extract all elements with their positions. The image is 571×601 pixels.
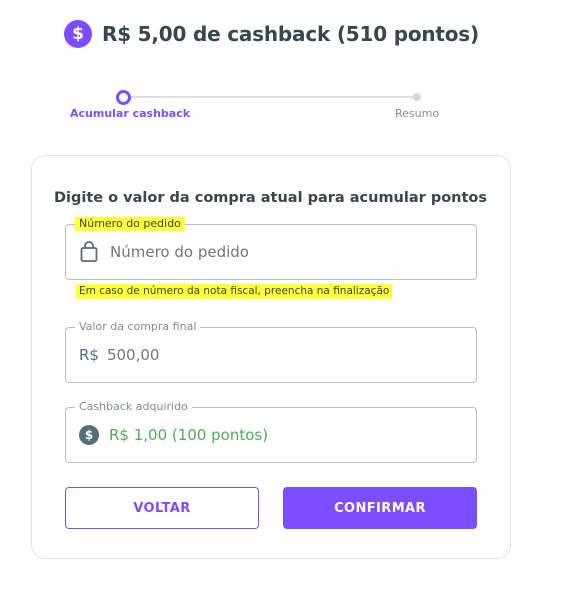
page-header: $ R$ 5,00 de cashback (510 pontos) <box>64 20 479 48</box>
step-indicator-active <box>116 90 131 105</box>
step-indicator-inactive <box>413 93 421 101</box>
back-button[interactable]: VOLTAR <box>65 487 259 529</box>
order-number-input[interactable] <box>110 243 440 261</box>
form-heading: Digite o valor da compra atual para acum… <box>53 190 488 206</box>
cashback-acquired-value: R$ 1,00 (100 pontos) <box>109 426 269 444</box>
stepper-track <box>124 96 417 98</box>
step-label-summary: Resumo <box>395 107 440 120</box>
page-title: R$ 5,00 de cashback (510 pontos) <box>102 22 479 46</box>
cashback-acquired-field: Cashback adquirido $ R$ 1,00 (100 pontos… <box>65 400 477 463</box>
order-number-field[interactable]: Número do pedido <box>65 217 477 280</box>
purchase-value-field[interactable]: Valor da compra final R$ <box>65 320 477 383</box>
order-number-helper-text: Em caso de número da nota fiscal, preenc… <box>76 284 393 299</box>
step-label-accumulate: Acumular cashback <box>70 107 191 120</box>
progress-stepper: Acumular cashback Resumo <box>0 90 571 130</box>
confirm-button[interactable]: CONFIRMAR <box>283 487 477 529</box>
purchase-value-input[interactable] <box>106 346 407 364</box>
dollar-coin-icon: $ <box>64 20 92 48</box>
shopping-bag-icon <box>79 241 99 263</box>
currency-prefix: R$ <box>79 346 99 364</box>
money-icon: $ <box>79 425 99 445</box>
